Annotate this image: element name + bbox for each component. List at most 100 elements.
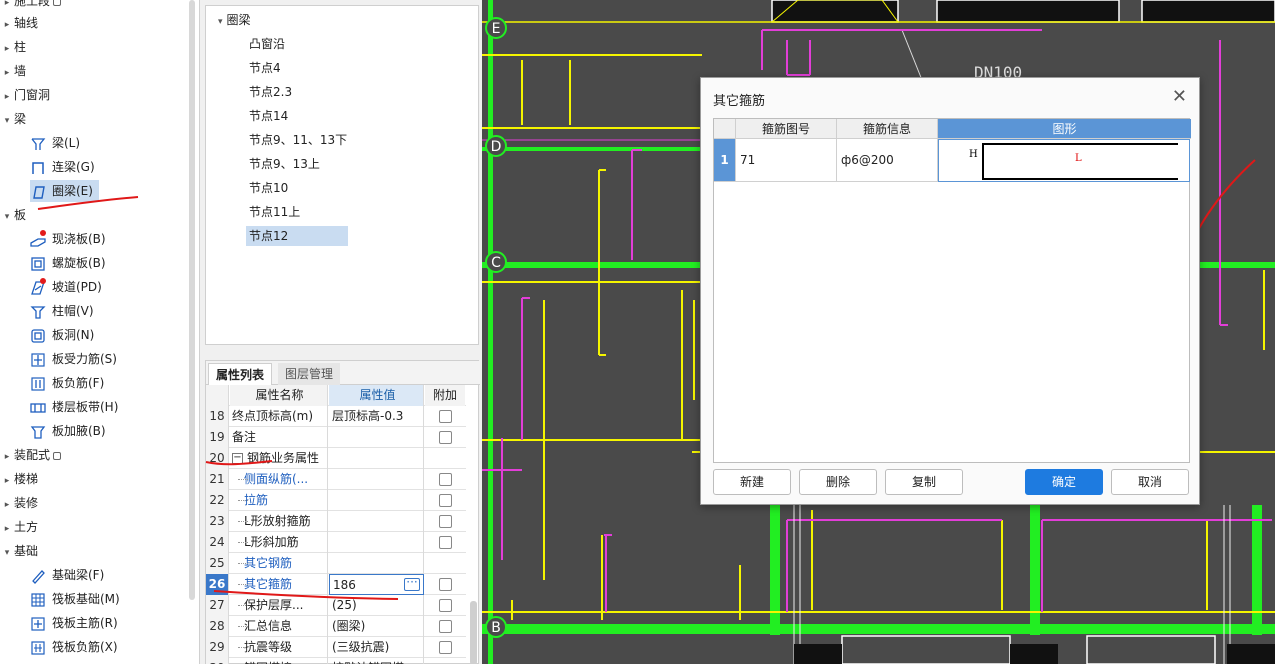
property-value[interactable]: (圈梁) xyxy=(329,616,424,637)
property-value[interactable] xyxy=(329,532,424,553)
tree-item[interactable]: 螺旋板(B) xyxy=(30,252,106,274)
collapsed-icon[interactable]: ▸ xyxy=(0,86,14,108)
tree-item[interactable]: 楼层板带(H) xyxy=(30,396,118,418)
property-value[interactable]: 按默认锚固搭 xyxy=(329,658,424,664)
grid-cell-info[interactable]: ф6@200 xyxy=(837,139,938,182)
tree-category[interactable]: ▸ 装修 xyxy=(0,492,38,514)
property-value[interactable]: 层顶标高-0.3 xyxy=(329,406,424,427)
node-item[interactable]: 节点9、11、13下 xyxy=(246,130,351,150)
add-checkbox[interactable] xyxy=(438,536,452,549)
props-scrollbar[interactable] xyxy=(470,601,477,664)
property-row[interactable]: 21 侧面纵筋(... xyxy=(206,469,466,490)
collapsed-icon[interactable]: ▸ xyxy=(0,38,14,60)
expanded-icon[interactable]: ▾ xyxy=(218,17,223,27)
node-root[interactable]: ▾ 圈梁 xyxy=(218,10,251,30)
node-item[interactable]: 节点12 xyxy=(246,226,348,246)
property-row[interactable]: 28 汇总信息 (圈梁) xyxy=(206,616,466,637)
property-value[interactable] xyxy=(329,511,424,532)
property-row[interactable]: 26 其它箍筋 186 ··· xyxy=(206,574,466,595)
tree-item[interactable]: 板洞(N) xyxy=(30,324,94,346)
copy-button[interactable]: 复制 xyxy=(885,469,963,495)
add-checkbox[interactable] xyxy=(438,599,452,612)
property-row[interactable]: 27 保护层厚... (25) xyxy=(206,595,466,616)
property-row[interactable]: 19 备注 xyxy=(206,427,466,448)
grid-row-num[interactable]: 1 xyxy=(714,139,736,182)
tree-item[interactable]: 板负筋(F) xyxy=(30,372,104,394)
property-value[interactable]: (25) xyxy=(329,595,424,616)
tab-layer-manager[interactable]: 图层管理 xyxy=(278,363,341,385)
collapsed-icon[interactable]: ▸ xyxy=(0,14,14,36)
tree-scrollbar[interactable] xyxy=(189,0,195,600)
collapse-icon[interactable]: − xyxy=(232,453,243,464)
collapsed-icon[interactable]: ▸ xyxy=(0,470,14,492)
tree-category[interactable]: ▸ 墙 xyxy=(0,60,26,82)
node-item[interactable]: 节点10 xyxy=(246,178,292,198)
tree-item[interactable]: 筏板负筋(X) xyxy=(30,636,118,658)
collapsed-icon[interactable]: ▸ xyxy=(0,518,14,540)
collapsed-icon[interactable]: ▸ xyxy=(0,446,14,468)
add-checkbox[interactable] xyxy=(438,515,452,528)
tree-category[interactable]: ▸ 土方 xyxy=(0,516,38,538)
add-checkbox[interactable] xyxy=(438,641,452,654)
grid-cell-code[interactable]: 71 xyxy=(736,139,837,182)
property-value[interactable] xyxy=(329,553,424,574)
property-value[interactable]: 186 ··· xyxy=(329,574,424,595)
node-item[interactable]: 节点14 xyxy=(246,106,292,126)
expanded-icon[interactable]: ▾ xyxy=(0,206,14,228)
cancel-button[interactable]: 取消 xyxy=(1111,469,1189,495)
node-item[interactable]: 节点4 xyxy=(246,58,285,78)
tree-item[interactable]: 柱帽(V) xyxy=(30,300,94,322)
add-checkbox[interactable] xyxy=(438,473,452,486)
tree-category[interactable]: ▸ 门窗洞 xyxy=(0,84,50,106)
collapsed-icon[interactable]: ▸ xyxy=(0,494,14,516)
add-checkbox[interactable] xyxy=(438,431,452,444)
tab-property-list[interactable]: 属性列表 xyxy=(208,363,273,385)
property-row[interactable]: 24 L形斜加筋 xyxy=(206,532,466,553)
tree-item[interactable]: 筏板主筋(R) xyxy=(30,612,118,634)
property-value[interactable] xyxy=(329,469,424,490)
tree-item[interactable]: 板受力筋(S) xyxy=(30,348,117,370)
property-row[interactable]: 22 拉筋 xyxy=(206,490,466,511)
tree-category[interactable]: ▸ 施工段 xyxy=(0,0,62,12)
expanded-icon[interactable]: ▾ xyxy=(0,542,14,564)
tree-category[interactable]: ▾ 板 xyxy=(0,204,26,226)
property-value[interactable] xyxy=(329,490,424,511)
property-value[interactable] xyxy=(329,448,424,469)
collapsed-icon[interactable]: ▸ xyxy=(0,62,14,84)
property-value[interactable] xyxy=(329,427,424,448)
tree-item[interactable]: 坡道(PD) xyxy=(30,276,102,298)
ok-button[interactable]: 确定 xyxy=(1025,469,1103,495)
tree-category[interactable]: ▸ 装配式 xyxy=(0,444,62,468)
tree-item[interactable]: 板加腋(B) xyxy=(30,420,106,442)
node-item[interactable]: 节点2.3 xyxy=(246,82,296,102)
property-value[interactable]: (三级抗震) xyxy=(329,637,424,658)
node-item[interactable]: 节点9、13上 xyxy=(246,154,324,174)
grid-cell-shape[interactable]: H L xyxy=(938,139,1190,182)
new-button[interactable]: 新建 xyxy=(713,469,791,495)
expanded-icon[interactable]: ▾ xyxy=(0,110,14,132)
property-row[interactable]: 23 L形放射箍筋 xyxy=(206,511,466,532)
more-icon[interactable]: ··· xyxy=(404,576,420,591)
tree-item[interactable]: 连梁(G) xyxy=(30,156,95,178)
property-row[interactable]: 20− 钢筋业务属性 xyxy=(206,448,466,469)
property-row[interactable]: 25 其它钢筋 xyxy=(206,553,466,574)
node-item[interactable]: 凸窗沿 xyxy=(246,34,289,54)
add-checkbox[interactable] xyxy=(438,494,452,507)
node-item[interactable]: 节点11上 xyxy=(246,202,304,222)
add-checkbox[interactable] xyxy=(438,410,452,423)
add-checkbox[interactable] xyxy=(438,620,452,633)
tree-category[interactable]: ▸ 楼梯 xyxy=(0,468,38,490)
tree-category[interactable]: ▾ 基础 xyxy=(0,540,38,562)
tree-item[interactable]: 现浇板(B) xyxy=(30,228,106,250)
delete-button[interactable]: 删除 xyxy=(799,469,877,495)
tree-item[interactable]: 筏板基础(M) xyxy=(30,588,120,610)
property-row[interactable]: 30锚固搭接按默认锚固搭 xyxy=(206,658,466,664)
tree-item[interactable]: 梁(L) xyxy=(30,132,80,154)
property-row[interactable]: 29 抗震等级 (三级抗震) xyxy=(206,637,466,658)
tree-item[interactable]: 圈梁(E) xyxy=(30,180,99,202)
property-row[interactable]: 18 终点顶标高(m) 层顶标高-0.3 xyxy=(206,406,466,427)
dialog-close-icon[interactable]: ✕ xyxy=(1172,86,1187,107)
tree-item[interactable]: 基础梁(F) xyxy=(30,564,104,586)
tree-category[interactable]: ▸ 柱 xyxy=(0,36,26,58)
tree-category[interactable]: ▸ 轴线 xyxy=(0,12,38,34)
